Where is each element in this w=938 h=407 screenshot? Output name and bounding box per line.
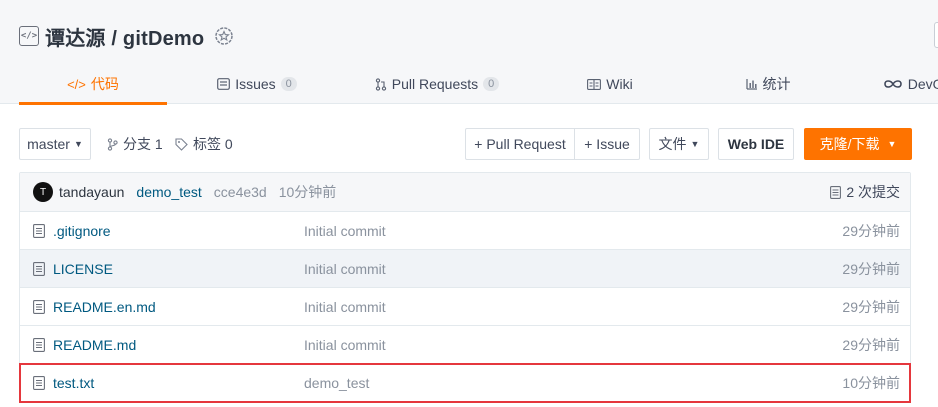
file-time: 29分钟前 xyxy=(842,260,900,277)
stats-icon xyxy=(745,79,757,90)
issues-icon xyxy=(217,78,231,90)
tab-code-label: 代码 xyxy=(90,76,119,92)
file-commit-message[interactable]: Initial commit xyxy=(304,223,386,239)
chevron-down-icon: ▼ xyxy=(690,139,700,149)
file-row[interactable]: .gitignore Initial commit 29分钟前 xyxy=(20,212,910,250)
repo-title-row: </> 谭达源 / gitDemo xyxy=(19,22,234,50)
pull-request-icon xyxy=(375,77,386,91)
file-name[interactable]: test.txt xyxy=(53,375,304,391)
file-time: 29分钟前 xyxy=(842,298,900,315)
clone-download-button[interactable]: 克隆/下载 ▼ xyxy=(804,128,912,160)
new-pull-request-button[interactable]: + Pull Request xyxy=(465,128,575,160)
commits-icon xyxy=(830,185,842,199)
watch-button-edge[interactable] xyxy=(934,22,938,48)
commit-sha[interactable]: cce4e3d xyxy=(214,184,267,200)
repo-owner[interactable]: 谭达源 xyxy=(45,28,106,50)
file-row[interactable]: README.md Initial commit 29分钟前 xyxy=(20,326,910,364)
file-commit-message[interactable]: Initial commit xyxy=(304,337,386,353)
tab-issues[interactable]: Issues 0 xyxy=(167,64,347,104)
file-row-highlighted[interactable]: test.txt demo_test 10分钟前 xyxy=(19,363,911,403)
repo-code-icon: </> xyxy=(19,26,39,46)
file-icon xyxy=(33,376,45,390)
commit-author[interactable]: tandayaun xyxy=(59,184,124,200)
clone-download-label: 克隆/下载 xyxy=(819,136,880,152)
file-name[interactable]: README.md xyxy=(53,337,304,353)
gvp-badge-icon[interactable] xyxy=(214,26,234,46)
repo-separator: / xyxy=(111,27,118,50)
repo-title[interactable]: 谭达源 / gitDemo xyxy=(45,22,204,51)
file-row[interactable]: README.en.md Initial commit 29分钟前 xyxy=(20,288,910,326)
code-icon: </> xyxy=(67,76,86,92)
chevron-down-icon: ▼ xyxy=(887,139,897,149)
wiki-icon xyxy=(587,78,602,90)
file-icon xyxy=(33,223,45,238)
branch-icon xyxy=(107,137,118,151)
commit-count-label: 2 次提交 xyxy=(846,184,900,200)
file-commit-message[interactable]: Initial commit xyxy=(304,299,386,315)
branch-select[interactable]: master ▼ xyxy=(19,128,91,160)
tab-issues-label: Issues xyxy=(235,76,276,92)
tag-icon xyxy=(175,137,188,151)
file-time: 29分钟前 xyxy=(842,222,900,239)
web-ide-button[interactable]: Web IDE xyxy=(718,128,794,160)
latest-commit-row: T tandayaun demo_test cce4e3d 10分钟前 2 次提… xyxy=(20,173,910,212)
file-icon xyxy=(33,261,45,276)
branches-link[interactable]: 分支 1 xyxy=(107,128,163,160)
file-row[interactable]: LICENSE Initial commit 29分钟前 xyxy=(20,250,910,288)
tab-devops-label: DevOps xyxy=(907,76,938,92)
tab-pull-requests[interactable]: Pull Requests 0 xyxy=(347,64,527,104)
tab-pull-requests-count: 0 xyxy=(483,77,500,91)
file-icon xyxy=(33,299,45,314)
file-icon xyxy=(33,337,45,352)
file-commit-message[interactable]: demo_test xyxy=(304,375,369,391)
file-table: T tandayaun demo_test cce4e3d 10分钟前 2 次提… xyxy=(19,172,911,403)
file-time: 10分钟前 xyxy=(842,375,900,391)
tab-wiki-label: Wiki xyxy=(606,76,633,92)
commit-time: 10分钟前 xyxy=(278,184,337,200)
tags-label: 标签 0 xyxy=(193,136,233,152)
tab-pull-requests-label: Pull Requests xyxy=(391,76,479,92)
tab-issues-count: 0 xyxy=(280,77,297,91)
web-ide-label: Web IDE xyxy=(727,136,785,152)
repo-header: </> 谭达源 / gitDemo </> 代码 Issues 0 Pull R… xyxy=(0,0,938,105)
chevron-down-icon: ▼ xyxy=(73,139,83,149)
file-name[interactable]: README.en.md xyxy=(53,299,304,315)
avatar[interactable]: T xyxy=(33,182,53,202)
tags-link[interactable]: 标签 0 xyxy=(175,128,233,160)
tab-stats[interactable]: 统计 xyxy=(693,64,843,104)
commit-message[interactable]: demo_test xyxy=(136,184,201,200)
file-commit-message[interactable]: Initial commit xyxy=(304,261,386,277)
commit-count-link[interactable]: 2 次提交 xyxy=(830,182,900,202)
repo-tabs: </> 代码 Issues 0 Pull Requests 0 Wiki 统计 … xyxy=(19,64,938,105)
tab-stats-label: 统计 xyxy=(762,76,791,92)
new-pull-request-label: + Pull Request xyxy=(474,136,566,152)
new-issue-button[interactable]: + Issue xyxy=(574,128,640,160)
files-dropdown-label: 文件 xyxy=(658,136,687,152)
file-time: 29分钟前 xyxy=(842,336,900,353)
new-issue-label: + Issue xyxy=(584,136,630,152)
files-dropdown[interactable]: 文件 ▼ xyxy=(649,128,709,160)
tab-devops[interactable]: DevOps ▼ xyxy=(843,64,938,104)
repo-name[interactable]: gitDemo xyxy=(123,28,204,50)
file-name[interactable]: LICENSE xyxy=(53,261,304,277)
tab-wiki[interactable]: Wiki xyxy=(527,64,693,104)
tab-code[interactable]: </> 代码 xyxy=(19,64,167,105)
devops-icon xyxy=(883,80,902,88)
branch-select-label: master xyxy=(27,136,70,152)
branches-label: 分支 1 xyxy=(123,136,163,152)
file-name[interactable]: .gitignore xyxy=(53,223,304,239)
